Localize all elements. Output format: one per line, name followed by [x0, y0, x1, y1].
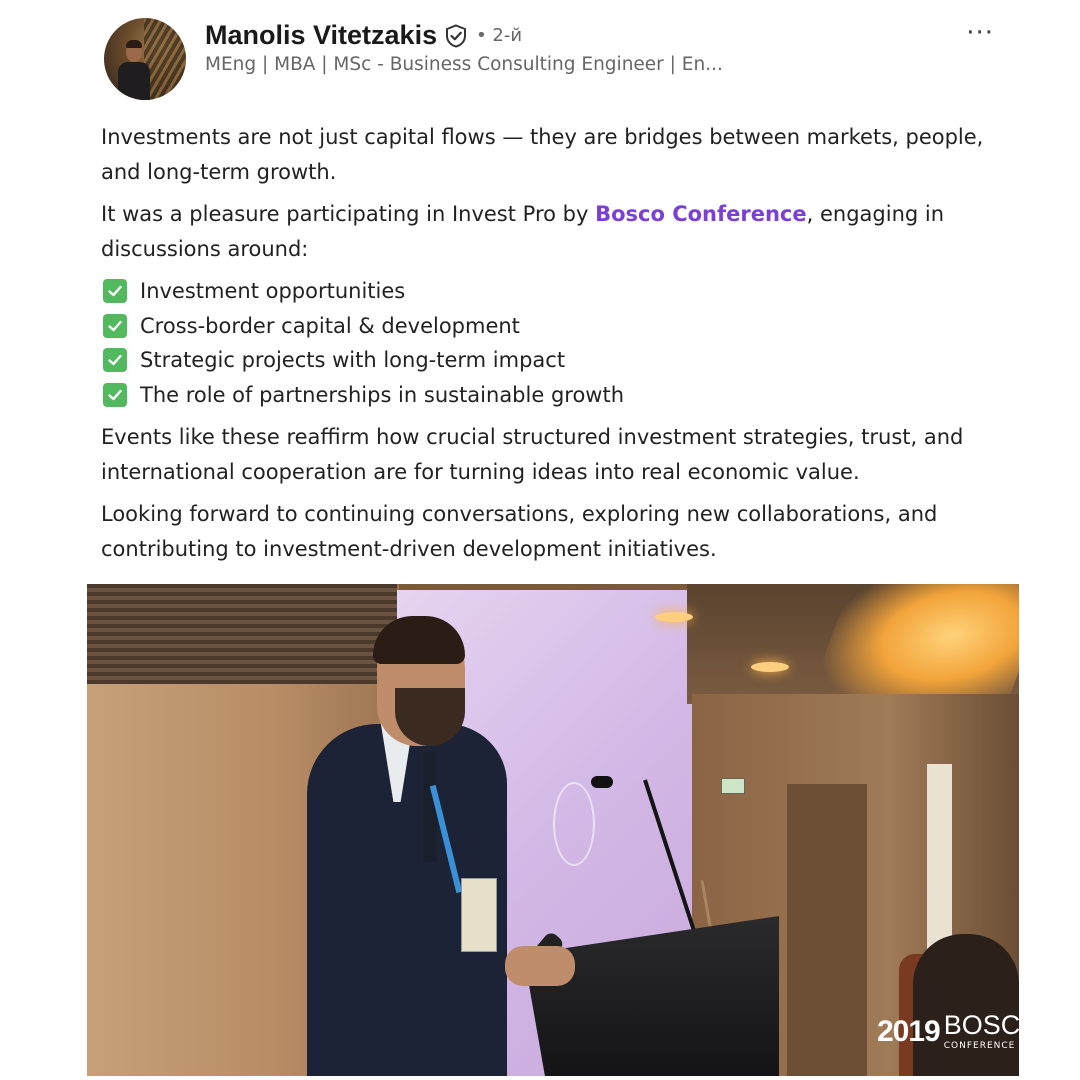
- post-paragraph-2: It was a pleasure participating in Inves…: [101, 197, 1001, 266]
- photo-door: [787, 784, 867, 1076]
- photo-vent: [87, 584, 397, 684]
- list-item: Investment opportunities: [101, 274, 1001, 309]
- checklist-item-text: Cross-border capital & development: [140, 313, 520, 338]
- checkmark-icon: [103, 382, 127, 407]
- post-photo[interactable]: 2019 BOSCO CONFERENCE: [87, 584, 1019, 1076]
- list-item: The role of partnerships in sustainable …: [101, 378, 1001, 413]
- photo-speaker-hand: [505, 946, 575, 986]
- checklist-item-text: The role of partnerships in sustainable …: [140, 382, 625, 407]
- avatar-background: [144, 18, 186, 100]
- author-name[interactable]: Manolis Vitetzakis: [205, 20, 437, 51]
- photo-exit-sign: [721, 778, 745, 794]
- watermark-brand: BOSCO: [943, 1010, 1019, 1040]
- checklist-item-text: Investment opportunities: [140, 279, 406, 303]
- photo-audience-member: [913, 934, 1019, 1076]
- post-paragraph-4: Looking forward to continuing conversati…: [101, 502, 938, 561]
- post-body: Investments are not just capital flows —…: [101, 120, 1001, 574]
- photo-ceiling-light: [655, 612, 693, 622]
- post-paragraph-2-start: It was a pleasure participating in Inves…: [101, 202, 596, 226]
- avatar-hair: [126, 40, 142, 48]
- more-options-icon[interactable]: ···: [966, 18, 994, 48]
- checklist-item-text: Strategic projects with long-term impact: [140, 348, 566, 372]
- watermark-number: 2019: [877, 1014, 941, 1048]
- post-header: Manolis Vitetzakis • 2-й MEng | MBA | MS…: [104, 18, 1004, 108]
- checkmark-icon: [103, 348, 127, 373]
- checkmark-icon: [103, 279, 127, 304]
- post-paragraph-1: Investments are not just capital flows —…: [101, 125, 984, 184]
- verified-shield-icon: [445, 23, 467, 48]
- photo-podium-mic: [591, 776, 613, 788]
- topics-checklist: Investment opportunities Cross-border ca…: [101, 274, 1001, 412]
- photo-screen-logo: [553, 782, 595, 866]
- author-name-row: Manolis Vitetzakis • 2-й: [205, 20, 522, 51]
- author-avatar[interactable]: [104, 18, 186, 100]
- list-item: Cross-border capital & development: [101, 309, 1001, 344]
- bosco-conference-link[interactable]: Bosco Conference: [595, 202, 807, 226]
- connection-degree: • 2-й: [476, 25, 523, 46]
- watermark-sub: CONFERENCE: [943, 1041, 1016, 1051]
- photo-ceiling-light: [751, 662, 789, 672]
- checkmark-icon: [103, 313, 127, 338]
- list-item: Strategic projects with long-term impact: [101, 343, 1001, 378]
- post-paragraph-3: Events like these reaffirm how crucial s…: [101, 425, 964, 484]
- bosco-watermark-logo: 2019 BOSCO CONFERENCE: [877, 1012, 1019, 1051]
- author-headline: MEng | MBA | MSc - Business Consulting E…: [205, 54, 723, 75]
- avatar-figure: [118, 62, 150, 100]
- watermark-text: BOSCO CONFERENCE: [944, 1012, 1019, 1051]
- photo-name-badge: [461, 878, 497, 952]
